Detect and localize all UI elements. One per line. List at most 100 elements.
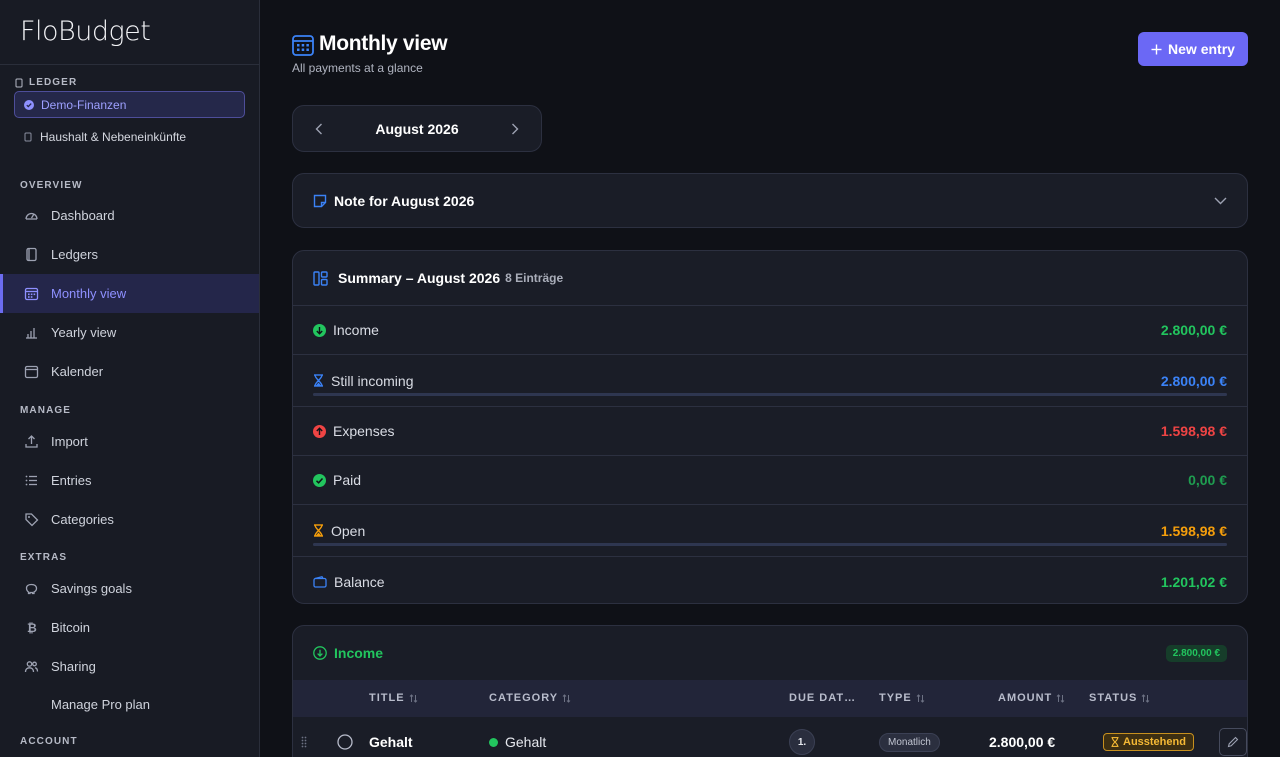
- section-account: ACCOUNT: [20, 736, 78, 747]
- bitcoin-icon: ₿: [24, 620, 39, 635]
- sidebar-item-bitcoin[interactable]: ₿ Bitcoin: [0, 608, 259, 647]
- spacer-icon: [24, 697, 39, 712]
- new-entry-button[interactable]: New entry: [1138, 32, 1248, 66]
- list-icon: [24, 473, 39, 488]
- entry-category: Gehalt: [489, 717, 546, 757]
- status-badge[interactable]: Ausstehend: [1103, 733, 1194, 751]
- sticky-note-icon: [313, 194, 327, 208]
- progress-fill-still-incoming: [313, 393, 1227, 396]
- summary-value: 0,00 €: [1188, 472, 1227, 488]
- note-title: Note for August 2026: [334, 192, 475, 209]
- sidebar-item-label: Bitcoin: [51, 620, 91, 635]
- piggy-bank-icon: [24, 581, 39, 596]
- column-status[interactable]: STATUS: [1089, 692, 1150, 704]
- ledger-heading-label: LEDGER: [29, 77, 78, 88]
- entry-title: Gehalt: [369, 734, 413, 750]
- sidebar-item-kalender[interactable]: Kalender: [0, 352, 259, 391]
- sidebar-item-entries[interactable]: Entries: [0, 461, 259, 500]
- ledger-icon: [15, 78, 24, 88]
- calendar-grid-icon: [24, 286, 39, 301]
- page-title: Monthly view: [319, 32, 448, 55]
- column-due-date[interactable]: DUE DAT…: [789, 692, 856, 704]
- users-icon: [24, 659, 39, 674]
- progress-track: [313, 543, 1227, 546]
- new-entry-label: New entry: [1168, 41, 1235, 57]
- ledger-book-icon: [23, 132, 33, 142]
- table-header: TITLE CATEGORY DUE DAT… TYPE AMOUNT STAT…: [293, 680, 1247, 717]
- due-day-badge: 1.: [789, 729, 815, 755]
- month-note-panel[interactable]: Note for August 2026: [292, 173, 1248, 228]
- column-type[interactable]: TYPE: [879, 692, 925, 704]
- calendar-icon: [24, 364, 39, 379]
- summary-row-open: Open 1.598,98 €: [293, 505, 1247, 557]
- sort-icon: [562, 693, 571, 703]
- prev-month-button[interactable]: [315, 123, 323, 135]
- sidebar-item-import[interactable]: Import: [0, 422, 259, 461]
- row-select-checkbox[interactable]: [337, 717, 353, 757]
- sidebar-item-yearly-view[interactable]: Yearly view: [0, 313, 259, 352]
- summary-row-still-incoming: Still incoming 2.800,00 €: [293, 355, 1247, 407]
- hourglass-icon: [313, 374, 324, 387]
- summary-row-expenses: Expenses 1.598,98 €: [293, 407, 1247, 456]
- summary-title: Summary – August 2026: [338, 270, 501, 286]
- calendar-grid-icon: [292, 34, 314, 56]
- sidebar-item-dashboard[interactable]: Dashboard: [0, 196, 259, 235]
- table-row[interactable]: Gehalt Gehalt 1. Monatlich 2.800,00 € Au…: [293, 717, 1247, 757]
- column-amount-label: AMOUNT: [998, 692, 1053, 704]
- ledger-item-demo-finanzen[interactable]: Demo-Finanzen: [14, 91, 245, 118]
- ledger-item-haushalt[interactable]: Haushalt & Nebeneinkünfte: [14, 124, 245, 150]
- edit-entry-button[interactable]: [1219, 717, 1247, 757]
- section-manage: MANAGE: [20, 405, 72, 416]
- arrow-down-circle-icon: [313, 323, 326, 337]
- sidebar-item-manage-pro-plan[interactable]: Manage Pro plan: [0, 685, 259, 724]
- book-icon: [24, 247, 39, 262]
- summary-row-balance: Balance 1.201,02 €: [293, 557, 1247, 606]
- summary-label: Balance: [334, 573, 385, 590]
- summary-label: Expenses: [333, 423, 395, 439]
- column-amount[interactable]: AMOUNT: [998, 692, 1065, 704]
- sidebar-item-monthly-view[interactable]: Monthly view: [0, 274, 259, 313]
- summary-value: 2.800,00 €: [1160, 372, 1227, 389]
- sidebar-item-label: Savings goals: [51, 581, 132, 596]
- sidebar-item-ledgers[interactable]: Ledgers: [0, 235, 259, 274]
- income-section: Income 2.800,00 € TITLE CATEGORY DUE DAT…: [292, 625, 1248, 757]
- svg-text:₿: ₿: [27, 621, 37, 635]
- sidebar-item-savings-goals[interactable]: Savings goals: [0, 569, 259, 608]
- arrow-down-circle-icon: [313, 646, 327, 660]
- column-due-label: DUE DAT…: [789, 692, 857, 704]
- entry-type: Monatlich: [879, 717, 940, 757]
- column-title-label: TITLE: [369, 692, 405, 704]
- next-month-button[interactable]: [511, 123, 519, 135]
- ledger-item-label: Demo-Finanzen: [41, 97, 127, 112]
- month-navigator: August 2026: [292, 105, 542, 152]
- summary-label: Income: [333, 322, 379, 338]
- income-section-title: Income: [334, 645, 384, 661]
- column-title[interactable]: TITLE: [369, 692, 418, 704]
- ledger-item-label: Haushalt & Nebeneinkünfte: [40, 130, 187, 144]
- column-category[interactable]: CATEGORY: [489, 692, 571, 704]
- status-label: Ausstehend: [1123, 736, 1186, 748]
- chevron-down-icon[interactable]: [1214, 197, 1227, 205]
- upload-icon: [24, 434, 39, 449]
- pencil-icon[interactable]: [1219, 728, 1247, 756]
- sidebar-item-label: Ledgers: [51, 247, 98, 262]
- column-status-label: STATUS: [1089, 692, 1138, 704]
- entry-category-label: Gehalt: [505, 734, 547, 750]
- drag-handle-icon[interactable]: [301, 717, 307, 757]
- progress-track: [313, 393, 1227, 396]
- hourglass-icon: [313, 524, 324, 537]
- plus-icon: [1151, 44, 1162, 55]
- category-color-dot: [489, 737, 498, 747]
- brand-logo[interactable]: FloBudget: [0, 0, 259, 65]
- summary-label: Still incoming: [331, 372, 414, 389]
- gauge-icon: [24, 208, 39, 223]
- sidebar-item-label: Sharing: [51, 659, 96, 674]
- summary-label: Paid: [333, 472, 362, 488]
- sidebar-item-categories[interactable]: Categories: [0, 500, 259, 539]
- type-chip: Monatlich: [879, 732, 940, 752]
- tag-icon: [24, 512, 39, 527]
- progress-fill-open: [313, 543, 1227, 546]
- entry-status[interactable]: Ausstehend: [1103, 717, 1194, 757]
- sidebar-item-sharing[interactable]: Sharing: [0, 647, 259, 686]
- sidebar-item-label: Monthly view: [51, 286, 127, 301]
